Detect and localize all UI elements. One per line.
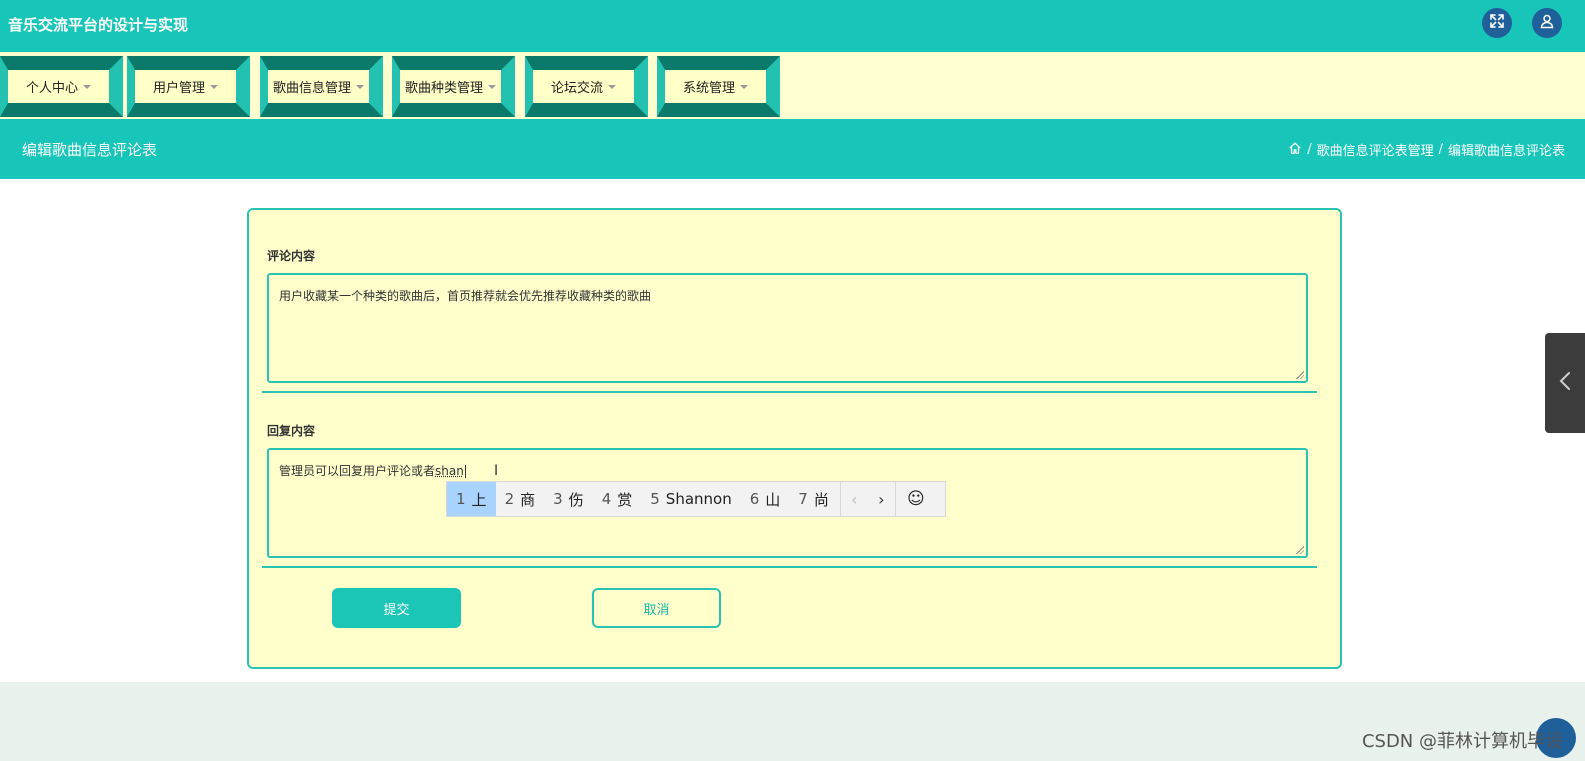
ime-candidate[interactable]: 2商 [496,482,545,516]
nav-label: 系统管理 [682,81,735,96]
fullscreen-button[interactable] [1482,8,1512,38]
ime-candidate-text: 商 [520,490,536,509]
submit-button[interactable]: 提交 [332,588,461,628]
user-icon [1539,13,1555,33]
caret-down-icon [740,84,748,89]
ime-candidate-text: Shannon [665,490,732,508]
nav-label: 用户管理 [152,81,205,96]
chevron-left-icon [1558,370,1572,396]
nav-label: 论坛交流 [550,81,603,96]
text-caret [464,465,466,478]
ime-candidate[interactable]: 5 Shannon [641,482,740,516]
user-menu-button[interactable] [1532,8,1562,38]
nav-system-management[interactable]: 系统管理 [657,56,780,117]
emoji-icon[interactable]: ☺ [894,482,936,516]
resize-grip-icon[interactable] [1296,371,1304,379]
caret-down-icon [356,84,364,89]
ime-candidate-text: 上 [471,490,487,509]
breadcrumb-separator: / [1438,142,1443,157]
caret-down-icon [83,84,91,89]
comment-textarea[interactable]: 用户收藏某一个种类的歌曲后，首页推荐就会优先推荐收藏种类的歌曲 [267,273,1308,383]
nav-user-management[interactable]: 用户管理 [127,56,250,117]
caret-down-icon [210,84,218,89]
comment-label: 评论内容 [267,249,316,263]
main-nav: 个人中心 用户管理 歌曲信息管理 歌曲种类管理 论坛交流 系统管理 [0,52,1585,119]
nav-label: 歌曲信息管理 [272,81,351,96]
ime-composition-text: shan [435,464,464,478]
nav-song-category-management[interactable]: 歌曲种类管理 [392,56,515,117]
ime-candidate-number: 2 [504,490,515,508]
ime-candidate-number: 5 [650,490,660,508]
nav-song-info-management[interactable]: 歌曲信息管理 [260,56,383,117]
ime-candidate-number: 7 [798,490,808,508]
ime-candidate-number: 3 [553,490,563,508]
nav-label: 个人中心 [25,81,78,96]
breadcrumb: / 歌曲信息评论表管理 / 编辑歌曲信息评论表 [1288,140,1565,159]
divider [262,391,1317,393]
home-icon[interactable] [1288,141,1302,159]
ime-candidate[interactable]: 7尚 [789,482,838,516]
ime-candidate[interactable]: 6山 [741,482,790,516]
app-title: 音乐交流平台的设计与实现 [8,16,189,34]
reply-text: 管理员可以回复用户评论或者 [279,464,436,478]
ime-candidate[interactable]: 3伤 [544,482,593,516]
page-title: 编辑歌曲信息评论表 [22,141,158,159]
ime-prev-page-icon[interactable]: ‹ [839,482,868,516]
ibeam-cursor-icon: I [494,463,499,479]
ime-candidate-text: 山 [765,490,781,509]
nav-personal-center[interactable]: 个人中心 [0,56,123,117]
comment-text: 用户收藏某一个种类的歌曲后，首页推荐就会优先推荐收藏种类的歌曲 [279,289,652,303]
top-header: 音乐交流平台的设计与实现 [0,0,1585,52]
ime-candidate-text: 尚 [813,490,829,509]
nav-label: 歌曲种类管理 [404,81,483,96]
ime-candidate[interactable]: 1上 [447,482,496,516]
breadcrumb-separator: / [1307,142,1312,157]
page-title-bar: 编辑歌曲信息评论表 / 歌曲信息评论表管理 / 编辑歌曲信息评论表 [0,119,1585,179]
breadcrumb-item: 编辑歌曲信息评论表 [1447,144,1565,159]
divider [262,566,1317,568]
ime-candidate-text: 伤 [568,490,584,509]
ime-candidate-number: 4 [601,490,612,508]
caret-down-icon [608,84,616,89]
nav-forum[interactable]: 论坛交流 [525,56,648,117]
edit-form: 评论内容 用户收藏某一个种类的歌曲后，首页推荐就会优先推荐收藏种类的歌曲 回复内… [247,208,1342,669]
side-panel-toggle[interactable] [1545,333,1585,433]
reply-label: 回复内容 [267,424,316,438]
ime-next-page-icon[interactable]: › [868,482,895,516]
fullscreen-icon [1489,13,1505,33]
ime-candidate[interactable]: 4赏 [593,482,642,516]
watermark: CSDN @菲林计算机毕设 [1361,731,1563,752]
cancel-button[interactable]: 取消 [592,588,721,628]
ime-candidate-number: 6 [749,490,760,508]
caret-down-icon [488,84,496,89]
ime-candidate-text: 赏 [617,490,633,509]
resize-grip-icon[interactable] [1296,546,1304,554]
ime-candidate-window: 1上 2商 3伤 4赏 5 Shannon 6山 7尚 ‹ › ☺ [446,481,946,517]
ime-candidate-number: 1 [456,490,466,508]
breadcrumb-item[interactable]: 歌曲信息评论表管理 [1317,140,1434,159]
